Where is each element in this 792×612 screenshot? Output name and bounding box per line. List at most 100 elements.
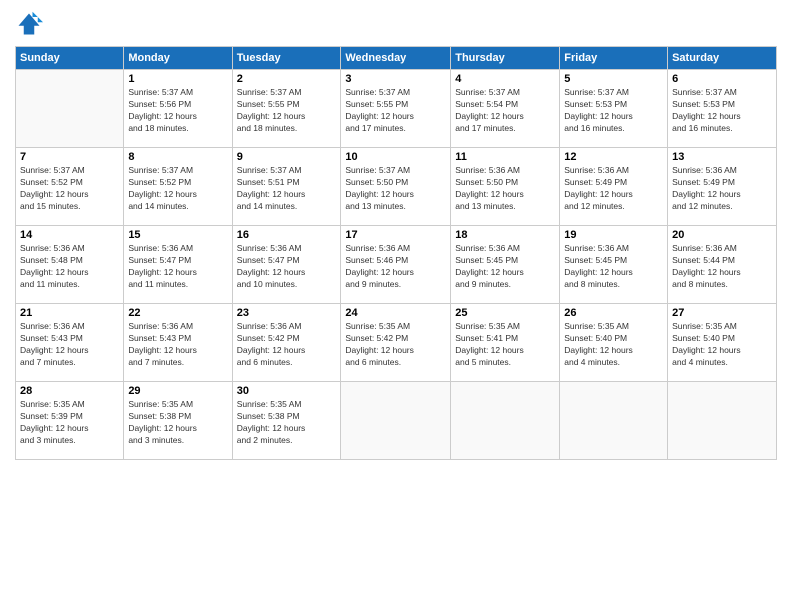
logo xyxy=(15,10,47,38)
day-info: Sunrise: 5:37 AM Sunset: 5:52 PM Dayligh… xyxy=(20,165,119,213)
calendar-cell: 18 Sunrise: 5:36 AM Sunset: 5:45 PM Dayli… xyxy=(451,226,560,304)
calendar-cell: 4 Sunrise: 5:37 AM Sunset: 5:54 PM Daylig… xyxy=(451,70,560,148)
day-number: 3 xyxy=(345,73,446,85)
day-info: Sunrise: 5:36 AM Sunset: 5:45 PM Dayligh… xyxy=(455,243,555,291)
calendar-table: SundayMondayTuesdayWednesdayThursdayFrid… xyxy=(15,46,777,460)
calendar-week-4: 21 Sunrise: 5:36 AM Sunset: 5:43 PM Dayli… xyxy=(16,304,777,382)
calendar-cell: 7 Sunrise: 5:37 AM Sunset: 5:52 PM Daylig… xyxy=(16,148,124,226)
calendar-cell: 30 Sunrise: 5:35 AM Sunset: 5:38 PM Dayli… xyxy=(232,382,341,460)
day-info: Sunrise: 5:37 AM Sunset: 5:54 PM Dayligh… xyxy=(455,87,555,135)
calendar-cell: 10 Sunrise: 5:37 AM Sunset: 5:50 PM Dayli… xyxy=(341,148,451,226)
day-number: 1 xyxy=(128,73,227,85)
calendar-cell: 29Sunrise: 5:35 AM Sunset: 5:38 PM Dayli… xyxy=(124,382,232,460)
calendar-cell: 21 Sunrise: 5:36 AM Sunset: 5:43 PM Dayli… xyxy=(16,304,124,382)
calendar-cell xyxy=(16,70,124,148)
day-info: Sunrise: 5:36 AM Sunset: 5:44 PM Dayligh… xyxy=(672,243,772,291)
calendar-cell: 16Sunrise: 5:36 AM Sunset: 5:47 PM Dayli… xyxy=(232,226,341,304)
calendar-week-5: 28 Sunrise: 5:35 AM Sunset: 5:39 PM Dayli… xyxy=(16,382,777,460)
day-info: Sunrise: 5:35 AM Sunset: 5:38 PM Dayligh… xyxy=(237,399,337,447)
day-info: Sunrise: 5:37 AM Sunset: 5:55 PM Dayligh… xyxy=(345,87,446,135)
day-number: 17 xyxy=(345,229,446,241)
calendar-cell: 24Sunrise: 5:35 AM Sunset: 5:42 PM Dayli… xyxy=(341,304,451,382)
day-number: 25 xyxy=(455,307,555,319)
day-number: 21 xyxy=(20,307,119,319)
logo-icon xyxy=(15,10,43,38)
day-number: 8 xyxy=(128,151,227,163)
day-info: Sunrise: 5:36 AM Sunset: 5:43 PM Dayligh… xyxy=(20,321,119,369)
day-info: Sunrise: 5:35 AM Sunset: 5:40 PM Dayligh… xyxy=(564,321,663,369)
calendar-cell: 5Sunrise: 5:37 AM Sunset: 5:53 PM Daylig… xyxy=(560,70,668,148)
day-info: Sunrise: 5:35 AM Sunset: 5:40 PM Dayligh… xyxy=(672,321,772,369)
day-info: Sunrise: 5:35 AM Sunset: 5:38 PM Dayligh… xyxy=(128,399,227,447)
day-info: Sunrise: 5:37 AM Sunset: 5:53 PM Dayligh… xyxy=(672,87,772,135)
calendar-cell xyxy=(451,382,560,460)
calendar-cell: 12Sunrise: 5:36 AM Sunset: 5:49 PM Dayli… xyxy=(560,148,668,226)
day-info: Sunrise: 5:36 AM Sunset: 5:50 PM Dayligh… xyxy=(455,165,555,213)
day-info: Sunrise: 5:37 AM Sunset: 5:50 PM Dayligh… xyxy=(345,165,446,213)
weekday-monday: Monday xyxy=(124,47,232,70)
calendar-cell: 8 Sunrise: 5:37 AM Sunset: 5:52 PM Daylig… xyxy=(124,148,232,226)
day-info: Sunrise: 5:35 AM Sunset: 5:39 PM Dayligh… xyxy=(20,399,119,447)
day-number: 28 xyxy=(20,385,119,397)
day-number: 27 xyxy=(672,307,772,319)
day-info: Sunrise: 5:37 AM Sunset: 5:55 PM Dayligh… xyxy=(237,87,337,135)
calendar-cell xyxy=(560,382,668,460)
day-info: Sunrise: 5:36 AM Sunset: 5:47 PM Dayligh… xyxy=(128,243,227,291)
weekday-saturday: Saturday xyxy=(668,47,777,70)
day-info: Sunrise: 5:37 AM Sunset: 5:56 PM Dayligh… xyxy=(128,87,227,135)
calendar-cell: 3 Sunrise: 5:37 AM Sunset: 5:55 PM Daylig… xyxy=(341,70,451,148)
day-info: Sunrise: 5:36 AM Sunset: 5:47 PM Dayligh… xyxy=(237,243,337,291)
day-info: Sunrise: 5:36 AM Sunset: 5:43 PM Dayligh… xyxy=(128,321,227,369)
calendar-cell: 15 Sunrise: 5:36 AM Sunset: 5:47 PM Dayli… xyxy=(124,226,232,304)
day-info: Sunrise: 5:36 AM Sunset: 5:42 PM Dayligh… xyxy=(237,321,337,369)
day-number: 20 xyxy=(672,229,772,241)
day-number: 22 xyxy=(128,307,227,319)
day-info: Sunrise: 5:37 AM Sunset: 5:52 PM Dayligh… xyxy=(128,165,227,213)
day-number: 11 xyxy=(455,151,555,163)
day-number: 19 xyxy=(564,229,663,241)
day-info: Sunrise: 5:36 AM Sunset: 5:46 PM Dayligh… xyxy=(345,243,446,291)
calendar-cell: 19 Sunrise: 5:36 AM Sunset: 5:45 PM Dayli… xyxy=(560,226,668,304)
calendar-cell: 22 Sunrise: 5:36 AM Sunset: 5:43 PM Dayli… xyxy=(124,304,232,382)
weekday-tuesday: Tuesday xyxy=(232,47,341,70)
calendar-cell: 13 Sunrise: 5:36 AM Sunset: 5:49 PM Dayli… xyxy=(668,148,777,226)
day-number: 4 xyxy=(455,73,555,85)
page-header xyxy=(15,10,777,38)
calendar-cell: 6 Sunrise: 5:37 AM Sunset: 5:53 PM Daylig… xyxy=(668,70,777,148)
day-number: 6 xyxy=(672,73,772,85)
day-number: 30 xyxy=(237,385,337,397)
day-info: Sunrise: 5:35 AM Sunset: 5:42 PM Dayligh… xyxy=(345,321,446,369)
calendar-cell xyxy=(668,382,777,460)
calendar-cell: 20 Sunrise: 5:36 AM Sunset: 5:44 PM Dayli… xyxy=(668,226,777,304)
calendar-cell: 26Sunrise: 5:35 AM Sunset: 5:40 PM Dayli… xyxy=(560,304,668,382)
day-number: 15 xyxy=(128,229,227,241)
day-info: Sunrise: 5:36 AM Sunset: 5:45 PM Dayligh… xyxy=(564,243,663,291)
weekday-thursday: Thursday xyxy=(451,47,560,70)
calendar-cell: 28 Sunrise: 5:35 AM Sunset: 5:39 PM Dayli… xyxy=(16,382,124,460)
day-number: 7 xyxy=(20,151,119,163)
calendar-cell: 2 Sunrise: 5:37 AM Sunset: 5:55 PM Daylig… xyxy=(232,70,341,148)
calendar-week-3: 14Sunrise: 5:36 AM Sunset: 5:48 PM Dayli… xyxy=(16,226,777,304)
day-info: Sunrise: 5:36 AM Sunset: 5:49 PM Dayligh… xyxy=(672,165,772,213)
day-number: 13 xyxy=(672,151,772,163)
calendar-cell: 11 Sunrise: 5:36 AM Sunset: 5:50 PM Dayli… xyxy=(451,148,560,226)
calendar-cell: 23 Sunrise: 5:36 AM Sunset: 5:42 PM Dayli… xyxy=(232,304,341,382)
day-number: 12 xyxy=(564,151,663,163)
calendar-week-1: 1 Sunrise: 5:37 AM Sunset: 5:56 PM Daylig… xyxy=(16,70,777,148)
calendar-cell: 9 Sunrise: 5:37 AM Sunset: 5:51 PM Daylig… xyxy=(232,148,341,226)
day-number: 18 xyxy=(455,229,555,241)
calendar-cell: 14Sunrise: 5:36 AM Sunset: 5:48 PM Dayli… xyxy=(16,226,124,304)
calendar-cell: 25 Sunrise: 5:35 AM Sunset: 5:41 PM Dayli… xyxy=(451,304,560,382)
weekday-wednesday: Wednesday xyxy=(341,47,451,70)
day-info: Sunrise: 5:37 AM Sunset: 5:53 PM Dayligh… xyxy=(564,87,663,135)
day-info: Sunrise: 5:37 AM Sunset: 5:51 PM Dayligh… xyxy=(237,165,337,213)
calendar-cell: 17 Sunrise: 5:36 AM Sunset: 5:46 PM Dayli… xyxy=(341,226,451,304)
day-number: 14 xyxy=(20,229,119,241)
day-number: 23 xyxy=(237,307,337,319)
day-number: 9 xyxy=(237,151,337,163)
weekday-friday: Friday xyxy=(560,47,668,70)
day-number: 10 xyxy=(345,151,446,163)
day-number: 2 xyxy=(237,73,337,85)
day-info: Sunrise: 5:35 AM Sunset: 5:41 PM Dayligh… xyxy=(455,321,555,369)
calendar-cell: 27 Sunrise: 5:35 AM Sunset: 5:40 PM Dayli… xyxy=(668,304,777,382)
